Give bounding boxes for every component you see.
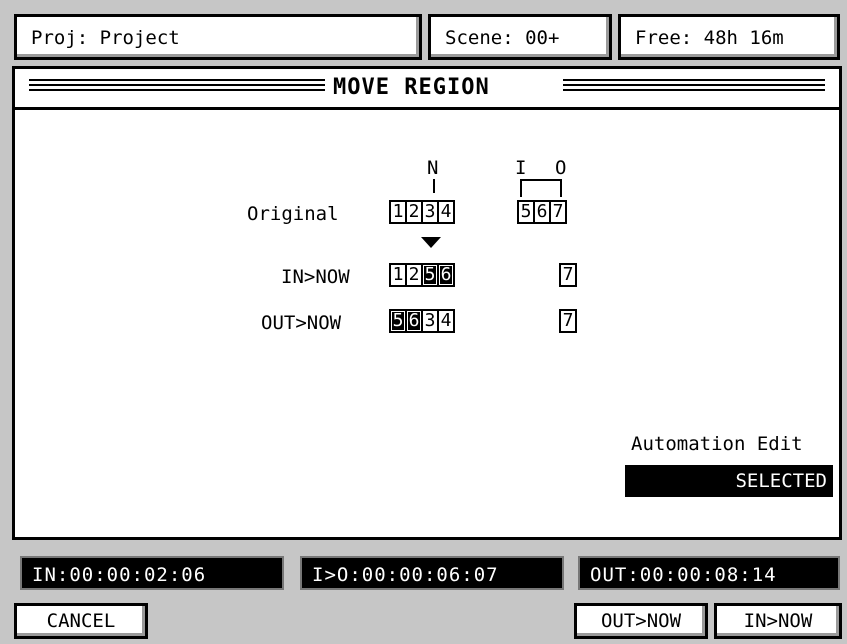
in-now-extra-sequence: 7 [559, 263, 577, 287]
project-field: Proj: Project [14, 14, 422, 60]
region-cell: 7 [559, 309, 577, 333]
in-to-out-duration-display: I>O:00:00:06:07 [300, 556, 564, 590]
now-marker-tick [433, 179, 435, 193]
in-now-sequence: 1 2 5 6 [389, 263, 455, 287]
dialog-title: MOVE REGION [333, 75, 490, 100]
title-decoration-right [563, 79, 825, 94]
now-marker-label: N [427, 157, 439, 179]
out-now-extra-sequence: 7 [559, 309, 577, 333]
free-space-field: Free: 48h 16m [618, 14, 840, 60]
free-space: Free: 48h 16m [635, 27, 784, 49]
in-marker-label: I [515, 157, 527, 179]
in-time-display: IN:00:00:02:06 [20, 556, 284, 590]
in-marker-tick [520, 179, 522, 197]
row-label-original: Original [247, 203, 339, 225]
now-pointer-icon [421, 237, 441, 248]
original-extra-sequence: 5 6 7 [517, 200, 567, 224]
move-region-panel: MOVE REGION N I O Original 1 2 3 4 5 6 7… [12, 66, 842, 540]
out-now-sequence: 5 6 3 4 [389, 309, 455, 333]
row-label-in-now: IN>NOW [281, 266, 350, 288]
automation-edit-label: Automation Edit [631, 433, 803, 455]
project-name: Proj: Project [31, 27, 180, 49]
scene-field: Scene: 00+ [428, 14, 612, 60]
in-now-button[interactable]: IN>NOW [714, 603, 842, 639]
region-cell: 4 [437, 200, 455, 224]
in-out-bracket [520, 179, 562, 181]
original-sequence: 1 2 3 4 [389, 200, 455, 224]
row-label-out-now: OUT>NOW [261, 312, 342, 334]
cancel-button[interactable]: CANCEL [14, 603, 148, 639]
out-marker-label: O [555, 157, 567, 179]
automation-edit-toggle[interactable]: SELECTED [625, 465, 833, 497]
out-now-button[interactable]: OUT>NOW [574, 603, 708, 639]
title-decoration-left [29, 79, 325, 94]
region-cell: 7 [559, 263, 577, 287]
region-cell-moved: 6 [437, 263, 455, 287]
region-cell: 4 [437, 309, 455, 333]
scene-number: Scene: 00+ [445, 27, 560, 49]
title-bar: MOVE REGION [15, 69, 839, 110]
region-cell: 7 [549, 200, 567, 224]
out-time-display: OUT:00:00:08:14 [578, 556, 840, 590]
out-marker-tick [560, 179, 562, 197]
